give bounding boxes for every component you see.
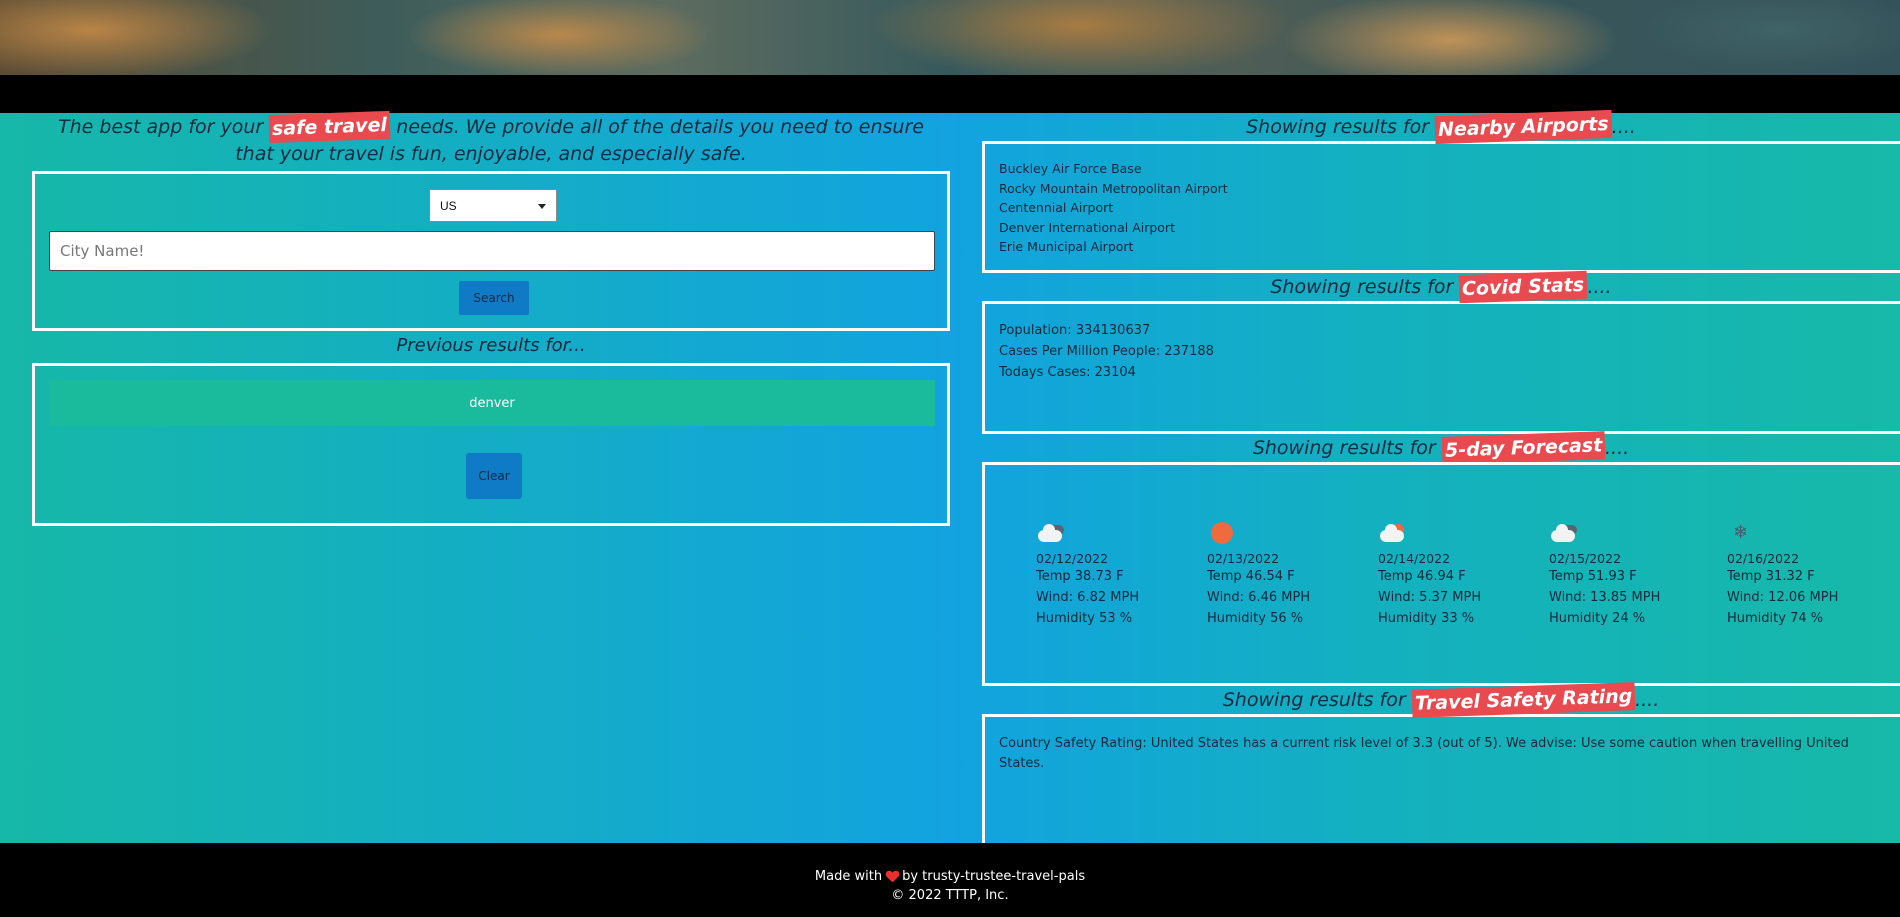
population-stat: Population: 334130637 bbox=[999, 323, 1151, 338]
search-panel: US City Name! Search bbox=[32, 171, 950, 331]
forecast-day: 02/14/2022 Temp 46.94 F Wind: 5.37 MPH H… bbox=[1378, 521, 1481, 629]
chevron-down-icon bbox=[538, 204, 546, 209]
snow-icon: ❄ bbox=[1733, 522, 1749, 543]
list-item: Buckley Air Force Base bbox=[999, 161, 1142, 176]
tagline: The best app for your safe travel needs.… bbox=[32, 110, 950, 167]
airports-title: Showing results for Nearby Airports.... bbox=[982, 109, 1900, 145]
forecast-day: 02/15/2022 Temp 51.93 F Wind: 13.85 MPH … bbox=[1549, 521, 1660, 629]
search-button[interactable]: Search bbox=[459, 281, 529, 315]
safety-rating-text: Country Safety Rating: United States has… bbox=[999, 736, 1849, 771]
footer: Made with by trusty-trustee-travel-pals ©… bbox=[0, 843, 1900, 917]
airports-panel: Buckley Air Force Base Rocky Mountain Me… bbox=[982, 141, 1900, 273]
tagline-highlight: safe travel bbox=[268, 110, 391, 144]
forecast-day: 02/12/2022 Temp 38.73 F Wind: 6.82 MPH H… bbox=[1036, 521, 1139, 629]
forecast-panel: 02/12/2022 Temp 38.73 F Wind: 6.82 MPH H… bbox=[982, 462, 1900, 686]
list-item: Centennial Airport bbox=[999, 200, 1114, 215]
city-input[interactable]: City Name! bbox=[49, 231, 935, 271]
list-item: Rocky Mountain Metropolitan Airport bbox=[999, 180, 1228, 196]
covid-title: Showing results for Covid Stats.... bbox=[982, 270, 1900, 304]
previous-results-panel: denver Clear bbox=[32, 363, 950, 526]
list-item: Erie Municipal Airport bbox=[999, 239, 1134, 254]
hero-banner: SOUTH PACIFIC bbox=[0, 0, 1900, 93]
partly-cloudy-night-icon bbox=[1036, 521, 1066, 545]
history-item-denver[interactable]: denver bbox=[49, 380, 935, 426]
partly-sunny-icon bbox=[1378, 521, 1408, 545]
cases-per-million-stat: Cases Per Million People: 237188 bbox=[999, 344, 1214, 359]
safety-title: Showing results for Travel Safety Rating… bbox=[982, 682, 1900, 718]
left-column: The best app for your safe travel needs.… bbox=[32, 110, 950, 526]
clear-button[interactable]: Clear bbox=[466, 453, 522, 499]
list-item: Denver International Airport bbox=[999, 219, 1175, 235]
main-content: The best app for your safe travel needs.… bbox=[0, 109, 1900, 846]
sun-icon bbox=[1207, 521, 1237, 545]
heart-icon bbox=[886, 871, 898, 882]
todays-cases-stat: Todays Cases: 23104 bbox=[999, 365, 1136, 380]
country-select[interactable]: US bbox=[429, 189, 557, 222]
right-column: Showing results for Nearby Airports.... … bbox=[982, 109, 1900, 846]
forecast-day: ❄ 02/16/2022 Temp 31.32 F Wind: 12.06 MP… bbox=[1727, 522, 1839, 626]
partly-cloudy-night-icon bbox=[1549, 521, 1579, 545]
forecast-title: Showing results for 5-day Forecast.... bbox=[982, 431, 1900, 465]
previous-results-title: Previous results for... bbox=[396, 335, 586, 356]
covid-panel: Population: 334130637 Cases Per Million … bbox=[982, 301, 1900, 434]
map-text: SOUTH PACIFIC bbox=[400, 80, 676, 93]
safety-panel: Country Safety Rating: United States has… bbox=[982, 714, 1900, 846]
copyright: © 2022 TTTP, Inc. bbox=[891, 888, 1009, 903]
forecast-day: 02/13/2022 Temp 46.54 F Wind: 6.46 MPH H… bbox=[1207, 521, 1310, 629]
